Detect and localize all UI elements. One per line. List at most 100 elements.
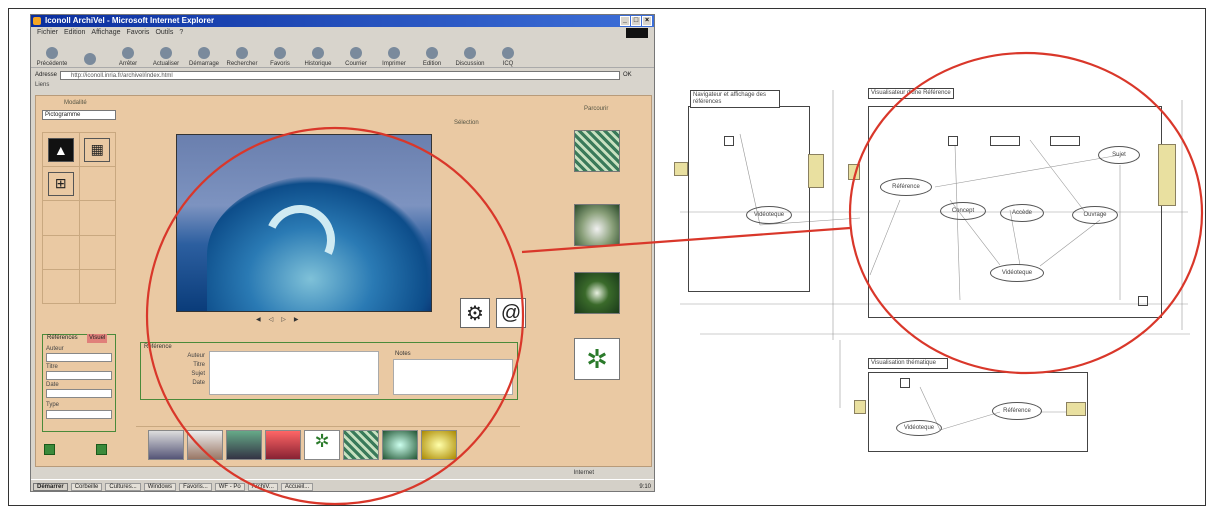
- diagram-box-navigator: [688, 106, 810, 292]
- edit-button[interactable]: Edition: [415, 41, 449, 67]
- menu-edit[interactable]: Edition: [64, 27, 85, 38]
- viewer-next-icon[interactable]: ▷: [281, 316, 286, 323]
- port-6: [900, 378, 910, 388]
- notes-label: Notes: [395, 351, 411, 357]
- diagram-box-viewer-header: Visualisateur d'une Référence: [868, 88, 954, 99]
- discuss-button[interactable]: Discussion: [453, 41, 487, 67]
- thumbnail-net[interactable]: [574, 130, 620, 172]
- status-zone: Internet: [573, 470, 594, 476]
- viewer-last-icon[interactable]: ▶: [294, 316, 299, 323]
- silhouette-icon[interactable]: ▲: [47, 137, 74, 162]
- connector-right-1: [808, 154, 824, 188]
- wave-image[interactable]: [176, 134, 432, 312]
- home-button[interactable]: Démarrage: [187, 41, 221, 67]
- ref-label-author: Auteur: [46, 346, 64, 352]
- maximize-icon[interactable]: □: [631, 16, 641, 26]
- strip-thumb-7[interactable]: [382, 429, 418, 460]
- windows-logo-icon: [626, 28, 648, 38]
- modality-select[interactable]: Pictogramme: [42, 110, 116, 120]
- strip-thumb-4[interactable]: [265, 429, 301, 460]
- port-4: [1050, 136, 1080, 146]
- ref-author-field[interactable]: [46, 353, 112, 362]
- reference-info: Référence Auteur Titre Sujet Date Notes: [140, 342, 518, 400]
- strip-thumb-6[interactable]: [343, 429, 379, 460]
- thumbnail-leaf[interactable]: ✲: [574, 338, 620, 380]
- forward-button[interactable]: [73, 41, 107, 67]
- viewer-first-icon[interactable]: ◀: [256, 316, 261, 323]
- node-concept: Concept: [940, 202, 986, 220]
- viewer-prev-icon[interactable]: ◁: [269, 316, 274, 323]
- info-label-subject: Sujet: [191, 371, 205, 377]
- mail-button[interactable]: Courrier: [339, 41, 373, 67]
- refresh-button[interactable]: Actualiser: [149, 41, 183, 67]
- notes-field[interactable]: [393, 359, 513, 395]
- strip-thumb-2[interactable]: [187, 429, 223, 460]
- nav-next-button[interactable]: [96, 444, 107, 455]
- menu-tools[interactable]: Outils: [155, 27, 173, 38]
- connector-right-3: [1066, 402, 1086, 416]
- print-button[interactable]: Imprimer: [377, 41, 411, 67]
- close-icon[interactable]: ×: [642, 16, 652, 26]
- icq-button[interactable]: ICQ: [491, 41, 525, 67]
- info-fields[interactable]: [209, 351, 379, 395]
- nav-prev-button[interactable]: [44, 444, 55, 455]
- thumbnail-mist[interactable]: [574, 204, 620, 246]
- menu-view[interactable]: Affichage: [91, 27, 120, 38]
- status-bar: Internet: [31, 467, 654, 479]
- tab-references[interactable]: Références: [45, 334, 80, 343]
- connector-left-2: [848, 164, 860, 180]
- home-icon: [198, 47, 210, 59]
- tab-visual[interactable]: Visuel: [87, 334, 108, 343]
- thumbnail-plant[interactable]: [574, 272, 620, 314]
- taskbar-item-3[interactable]: Windows: [143, 482, 177, 491]
- menu-bar: Fichier Edition Affichage Favoris Outils…: [31, 27, 654, 38]
- grid-icon[interactable]: ▦: [84, 137, 111, 162]
- favorites-button[interactable]: Favoris: [263, 41, 297, 67]
- menu-favorites[interactable]: Favoris: [126, 27, 149, 38]
- history-icon: [312, 47, 324, 59]
- back-button[interactable]: Précédente: [35, 41, 69, 67]
- swap-icon[interactable]: ⚙: [460, 298, 490, 328]
- icq-icon: [502, 47, 514, 59]
- strip-thumb-3[interactable]: [226, 429, 262, 460]
- taskbar-item-2[interactable]: Cultures...: [105, 482, 141, 491]
- ref-title-field[interactable]: [46, 371, 112, 380]
- spiral-icon[interactable]: @: [496, 298, 526, 328]
- browse-panel: Parcourir ✲: [556, 100, 646, 400]
- connector-right-2: [1158, 144, 1176, 206]
- viewer-label: Sélection: [454, 120, 479, 126]
- taskbar-item-6[interactable]: ArchiV...: [247, 482, 278, 491]
- links-label[interactable]: Liens: [35, 82, 49, 88]
- taskbar-item-5[interactable]: WF - Po: [214, 482, 245, 491]
- strip-thumb-1[interactable]: [148, 429, 184, 460]
- diagram-box-navigator-header: Navigateur et affichage des références: [690, 90, 780, 108]
- modality-panel: Modalité Pictogramme ▲ ▦ ⊞ Références Vi…: [40, 100, 122, 460]
- strip-thumb-8[interactable]: [421, 429, 457, 460]
- connector-left-3: [854, 400, 866, 414]
- ref-date-field[interactable]: [46, 389, 112, 398]
- history-button[interactable]: Historique: [301, 41, 335, 67]
- ref-label-title: Titre: [46, 364, 58, 370]
- taskbar-item-4[interactable]: Favoris...: [179, 482, 212, 491]
- info-title: Référence: [144, 344, 172, 350]
- taskbar-item-7[interactable]: Accueil...: [280, 482, 314, 491]
- taskbar: Démarrer Corbeille Cultures... Windows F…: [31, 479, 654, 491]
- browser-toolbar: Précédente Arrêter Actualiser Démarrage …: [31, 38, 654, 68]
- ref-type-select[interactable]: [46, 410, 112, 419]
- menu-file[interactable]: Fichier: [37, 27, 58, 38]
- start-button[interactable]: Démarrer: [33, 482, 68, 491]
- search-button[interactable]: Rechercher: [225, 41, 259, 67]
- address-input[interactable]: http://iconoll.inria.fr/archivel/index.h…: [60, 70, 621, 80]
- taskbar-item-1[interactable]: Corbeille: [70, 482, 103, 491]
- back-icon: [46, 47, 58, 59]
- minimize-icon[interactable]: _: [620, 16, 630, 26]
- go-button[interactable]: OK: [623, 72, 632, 78]
- layout-icon[interactable]: ⊞: [47, 171, 74, 196]
- diagram-box-thematic-header: Visualisation thématique: [868, 358, 948, 369]
- info-label-author: Auteur: [187, 353, 205, 359]
- menu-help[interactable]: ?: [179, 27, 183, 38]
- strip-thumb-5[interactable]: ✲: [304, 429, 340, 460]
- refresh-icon: [160, 47, 172, 59]
- window-title: Iconoll ArchiVel - Microsoft Internet Ex…: [45, 16, 215, 25]
- stop-button[interactable]: Arrêter: [111, 41, 145, 67]
